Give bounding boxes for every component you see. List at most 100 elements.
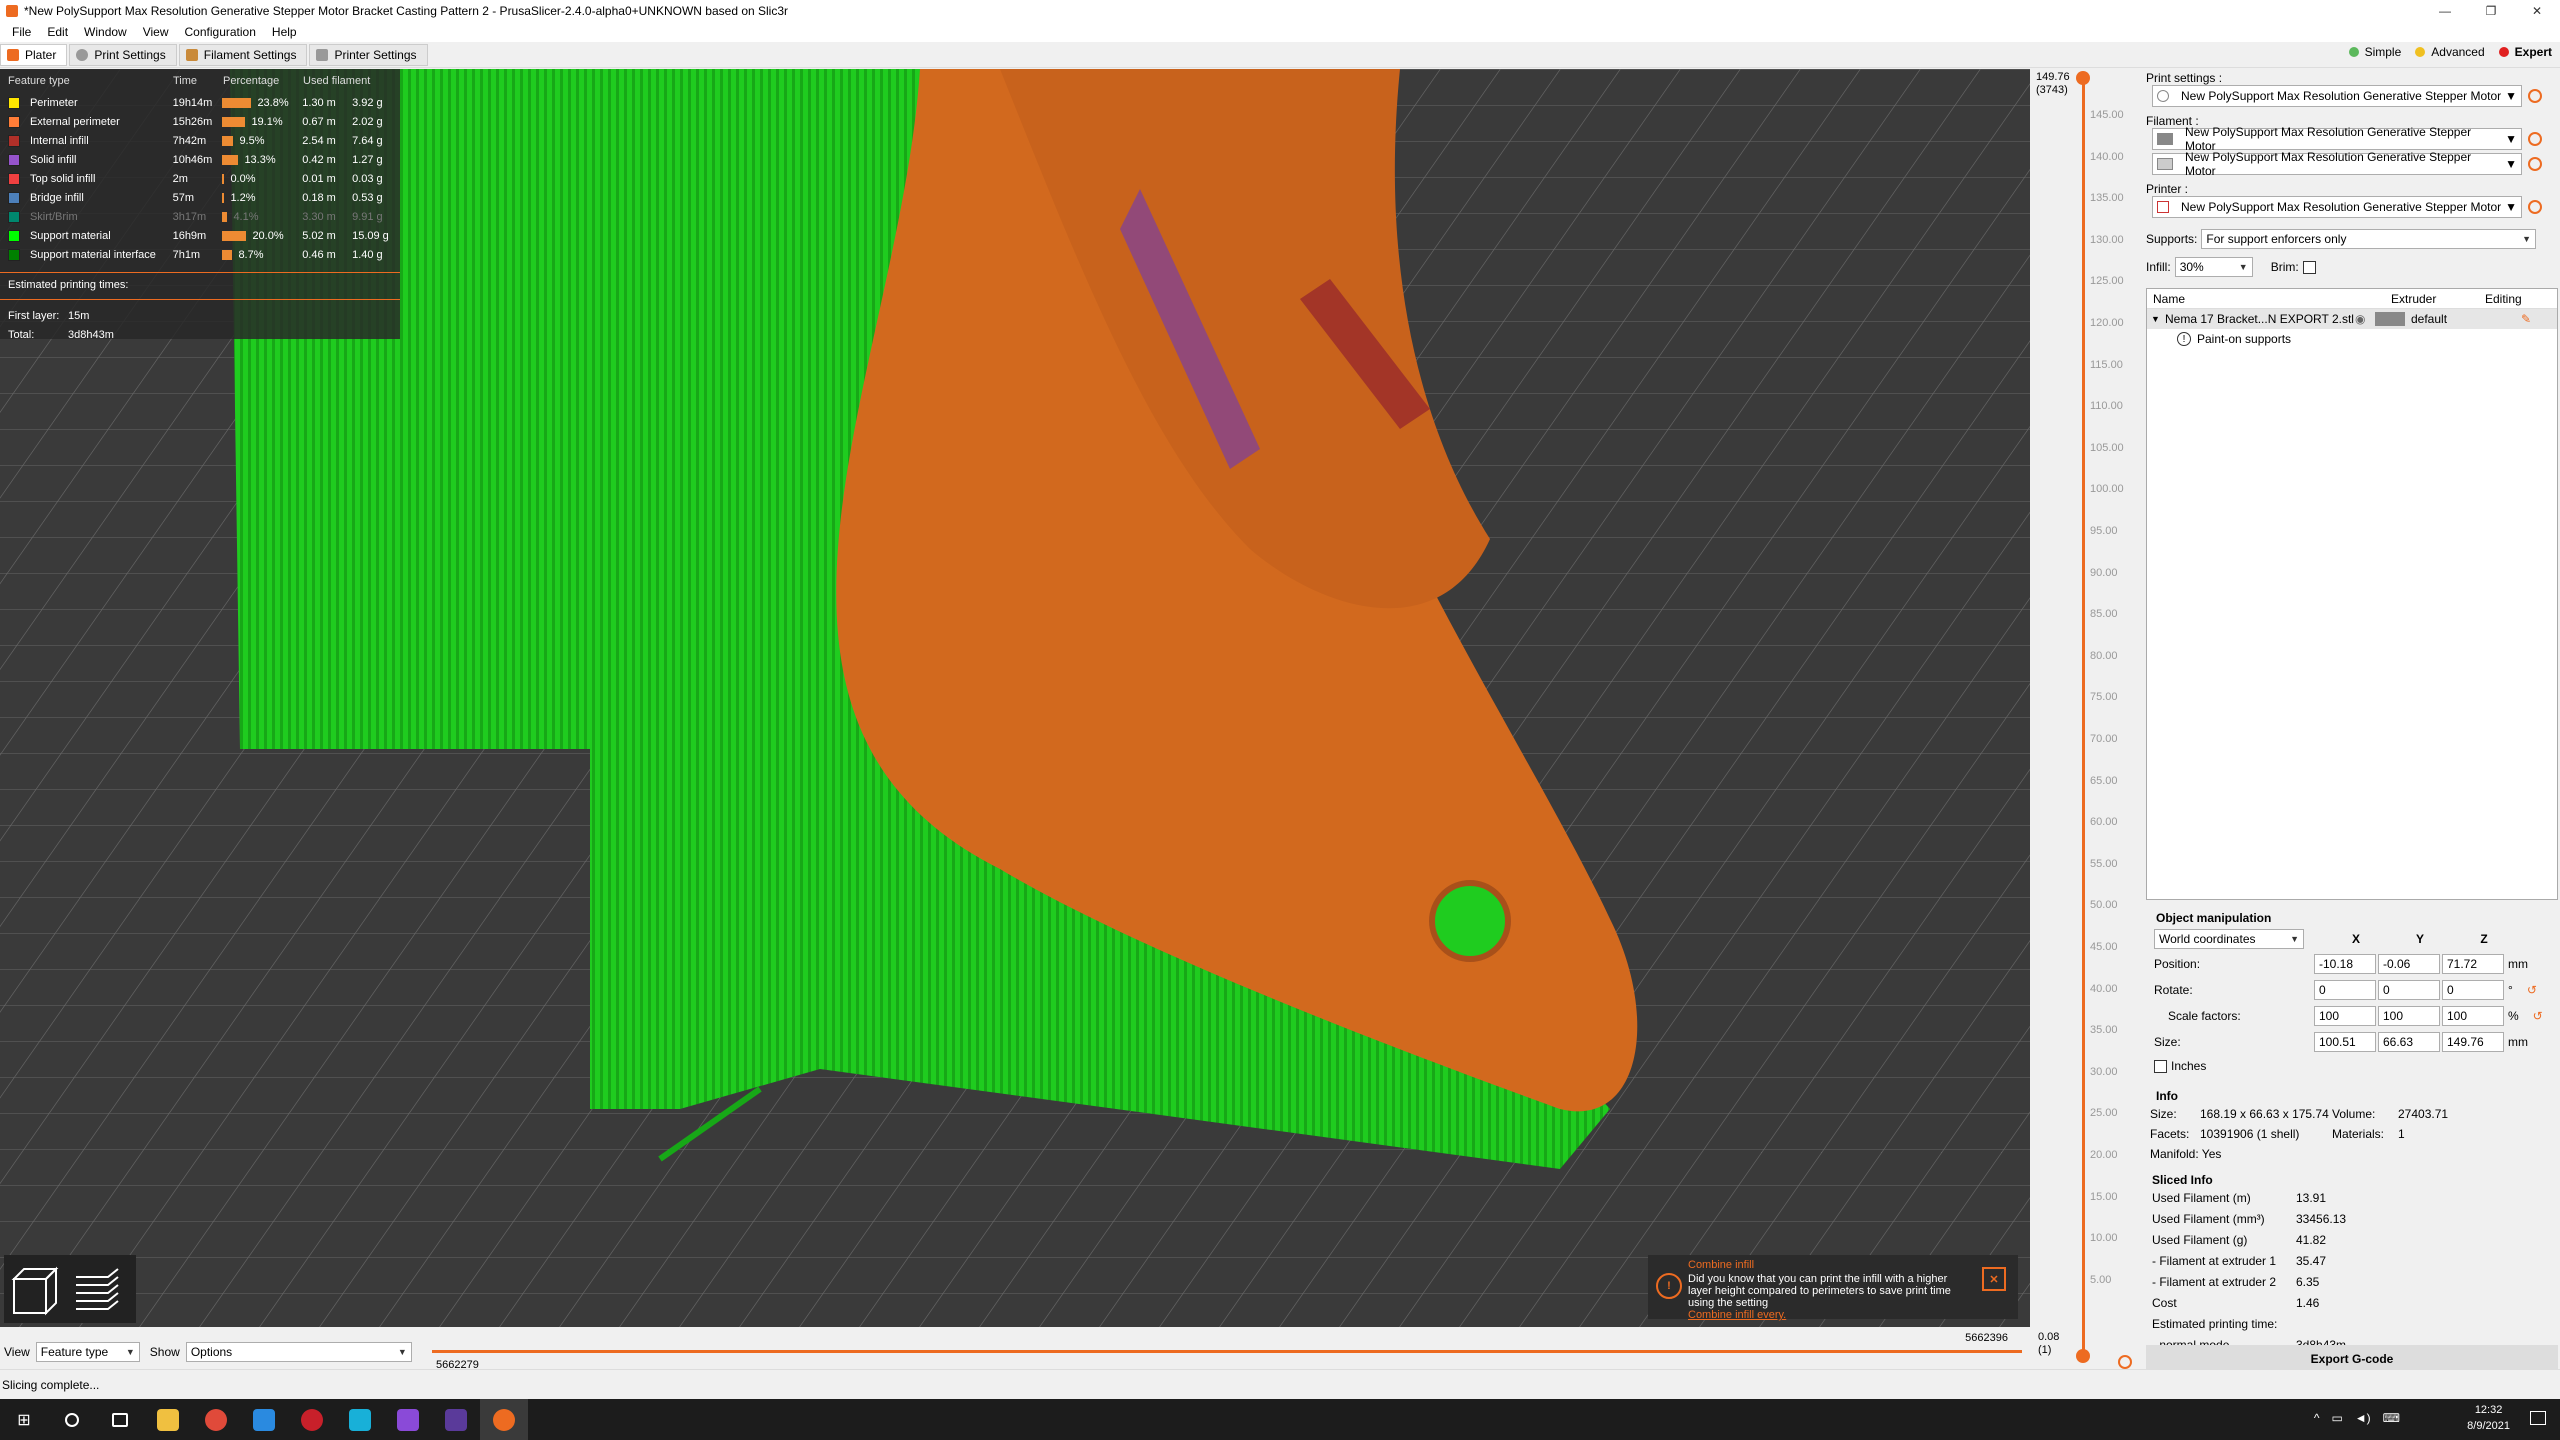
layer-top-height: 149.76 (2036, 71, 2070, 83)
gear-icon[interactable] (2528, 200, 2542, 214)
list-header-extruder[interactable]: Extruder (2359, 292, 2473, 306)
menu-edit[interactable]: Edit (39, 25, 76, 39)
undo-icon[interactable]: ↺ (2533, 1009, 2543, 1023)
undo-icon[interactable]: ↺ (2527, 983, 2537, 997)
legend-row[interactable]: Internal infill 7h42m 9.5% 2.54 m 7.64 g (8, 131, 392, 150)
layer-tick-label: 105.00 (2090, 441, 2124, 454)
coordinates-combo[interactable]: World coordinates ▼ (2154, 929, 2304, 949)
clock[interactable]: 12:32 8/9/2021 (2467, 1402, 2510, 1434)
title-bar: *New PolySupport Max Resolution Generati… (0, 0, 2560, 22)
tab-filament-settings[interactable]: Filament Settings (178, 43, 308, 66)
gear-icon[interactable] (2118, 1355, 2132, 1369)
legend-row[interactable]: Skirt/Brim 3h17m 4.1% 3.30 m 9.91 g (8, 207, 392, 226)
maximize-button[interactable]: ❐ (2468, 0, 2514, 22)
search-icon[interactable] (48, 1399, 96, 1440)
app-purple-icon[interactable] (432, 1399, 480, 1440)
legend-row[interactable]: External perimeter 15h26m 19.1% 0.67 m 2.02 … (8, 112, 392, 131)
view-toggle[interactable] (4, 1255, 136, 1323)
hint-link[interactable]: Combine infill every. (1688, 1309, 1974, 1321)
menu-configuration[interactable]: Configuration (177, 25, 264, 39)
hint-notification: ! Combine infill Did you know that you c… (1648, 1255, 2018, 1321)
legend-row[interactable]: Support material interface 7h1m 8.7% 0.46 m… (8, 245, 392, 264)
menu-window[interactable]: Window (76, 25, 135, 39)
legend-row[interactable]: Bridge infill 57m 1.2% 0.18 m 0.53 g (8, 188, 392, 207)
size-z-input[interactable]: 149.76 (2442, 1032, 2504, 1052)
move-slider-track[interactable] (432, 1350, 2022, 1353)
chrome-icon[interactable] (192, 1399, 240, 1440)
filament-preset-combo-2[interactable]: New PolySupport Max Resolution Generativ… (2152, 150, 2522, 178)
prusaslicer-icon[interactable] (480, 1399, 528, 1440)
volume-icon[interactable]: ◄) (2355, 1411, 2371, 1425)
legend-row[interactable]: Solid infill 10h46m 13.3% 0.42 m 1.27 g (8, 150, 392, 169)
mode-advanced[interactable]: Advanced (2415, 45, 2485, 59)
keyboard-icon[interactable]: ⌨ (2383, 1411, 2400, 1425)
task-view-icon[interactable] (96, 1399, 144, 1440)
rotate-z-input[interactable]: 0 (2442, 980, 2504, 1000)
view-combo[interactable]: Feature type ▼ (35, 1342, 140, 1362)
close-button[interactable]: ✕ (2514, 0, 2560, 22)
notification-icon[interactable] (2530, 1411, 2546, 1425)
legend-row[interactable]: Top solid infill 2m 0.0% 0.01 m 0.03 g (8, 169, 392, 188)
legend-percentage-value: 9.5% (239, 134, 265, 147)
visual-studio-icon[interactable] (384, 1399, 432, 1440)
filament-preset-combo-1[interactable]: New PolySupport Max Resolution Generativ… (2152, 125, 2522, 153)
size-x-input[interactable]: 100.51 (2314, 1032, 2376, 1052)
minimize-button[interactable]: — (2422, 0, 2468, 22)
file-explorer-icon[interactable] (144, 1399, 192, 1440)
system-tray[interactable]: ^ ▭ ◄) ⌨ (2314, 1411, 2400, 1425)
move-slider[interactable]: 5662396 5662279 (428, 1327, 2030, 1371)
position-x-input[interactable]: -10.18 (2314, 954, 2376, 974)
app-red-icon[interactable] (288, 1399, 336, 1440)
chevron-up-icon[interactable]: ^ (2314, 1411, 2320, 1425)
layer-bottom-thumb[interactable] (2076, 1349, 2090, 1363)
gear-icon[interactable] (2528, 89, 2542, 103)
size-y-input[interactable]: 66.63 (2378, 1032, 2440, 1052)
mode-simple[interactable]: Simple (2348, 45, 2401, 59)
layer-top-thumb[interactable] (2076, 71, 2090, 85)
list-header-editing[interactable]: Editing (2473, 292, 2522, 306)
start-icon[interactable]: ⊞ (0, 1399, 48, 1440)
edit-icon[interactable]: ✎ (2521, 312, 2531, 326)
legend-row[interactable]: Support material 16h9m 20.0% 5.02 m 15.09 g (8, 226, 392, 245)
legend-row[interactable]: Perimeter 19h14m 23.8% 1.30 m 3.92 g (8, 93, 392, 112)
object-child-row[interactable]: ! Paint-on supports (2147, 329, 2557, 349)
show-combo[interactable]: Options ▼ (185, 1342, 412, 1362)
rotate-y-input[interactable]: 0 (2378, 980, 2440, 1000)
gear-icon[interactable] (2528, 132, 2542, 146)
network-icon[interactable]: ▭ (2331, 1411, 2342, 1425)
percentage-bar (222, 173, 225, 184)
app-cyan-icon[interactable] (336, 1399, 384, 1440)
list-header-name[interactable]: Name (2153, 292, 2359, 306)
menu-file[interactable]: File (4, 25, 39, 39)
eye-icon[interactable]: ◉ (2355, 312, 2375, 326)
object-extruder[interactable]: default (2411, 312, 2481, 326)
object-row[interactable]: ▼ Nema 17 Bracket...N EXPORT 2.stl ◉ def… (2147, 309, 2557, 329)
layer-slider[interactable]: 149.76 (3743) 145.00 140.00 135.00 130.00 125… (2030, 69, 2144, 1369)
brim-checkbox[interactable] (2302, 260, 2316, 274)
layer-slider-track[interactable] (2082, 77, 2085, 1357)
legend-percentage: 13.3% (222, 154, 302, 166)
gear-icon[interactable] (2528, 157, 2542, 171)
menu-help[interactable]: Help (264, 25, 305, 39)
tab-print-settings[interactable]: Print Settings (69, 43, 177, 66)
position-y-input[interactable]: -0.06 (2378, 954, 2440, 974)
menu-view[interactable]: View (135, 25, 177, 39)
close-icon[interactable]: ✕ (1982, 1267, 2006, 1291)
3d-viewport[interactable]: Feature type Time Percentage Used filame… (0, 69, 2030, 1327)
scale-z-input[interactable]: 100 (2442, 1006, 2504, 1026)
rotate-x-input[interactable]: 0 (2314, 980, 2376, 1000)
inches-checkbox[interactable] (2154, 1059, 2167, 1073)
infill-combo[interactable]: 30% ▼ (2174, 257, 2253, 277)
scale-x-input[interactable]: 100 (2314, 1006, 2376, 1026)
vscode-icon[interactable] (240, 1399, 288, 1440)
print-preset-combo[interactable]: New PolySupport Max Resolution Generativ… (2152, 85, 2522, 107)
scale-y-input[interactable]: 100 (2378, 1006, 2440, 1026)
position-z-input[interactable]: 71.72 (2442, 954, 2504, 974)
tab-printer-settings[interactable]: Printer Settings (309, 43, 428, 66)
supports-combo[interactable]: For support enforcers only ▼ (2201, 229, 2536, 249)
printer-preset-combo[interactable]: New PolySupport Max Resolution Generativ… (2152, 196, 2522, 218)
mode-expert[interactable]: Expert (2498, 45, 2552, 59)
tab-plater[interactable]: Plater (0, 43, 68, 66)
chevron-down-icon[interactable]: ▼ (2147, 314, 2161, 324)
object-list[interactable]: Name Extruder Editing ▼ Nema 17 Bracket.… (2146, 288, 2558, 900)
